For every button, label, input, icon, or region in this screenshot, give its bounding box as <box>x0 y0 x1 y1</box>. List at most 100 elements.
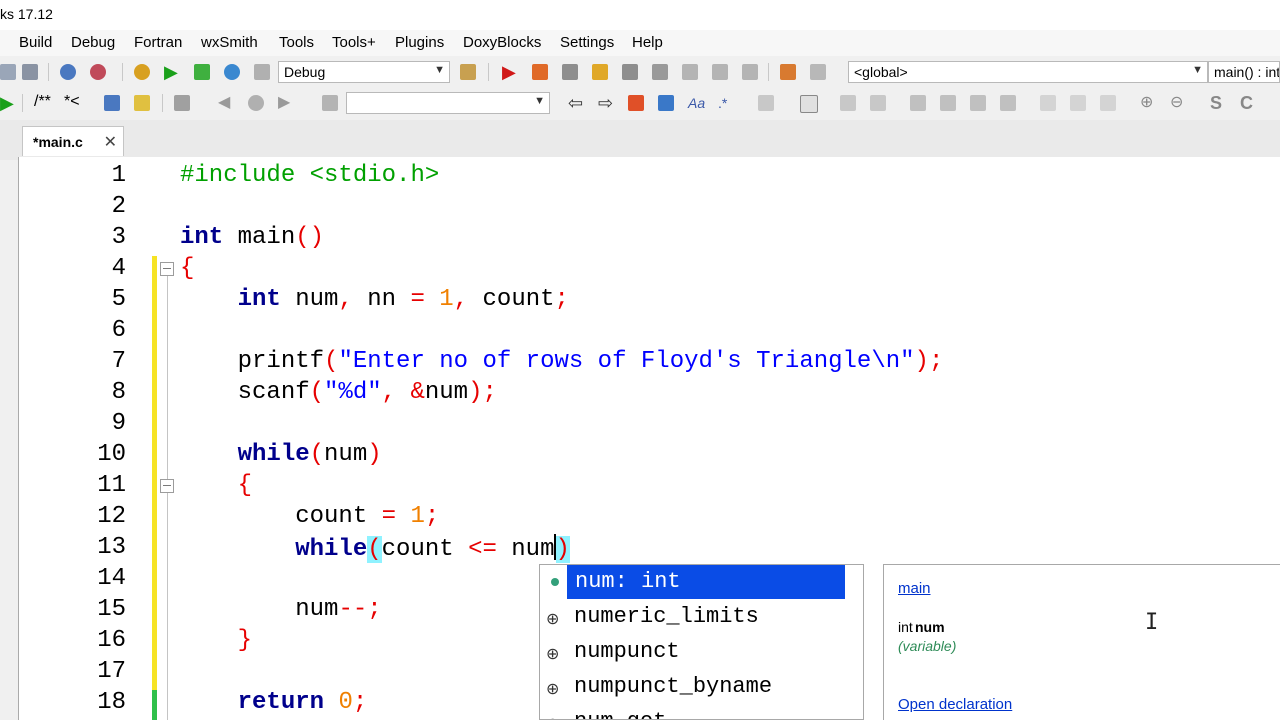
build-options-icon[interactable] <box>460 64 476 80</box>
menu-debug[interactable]: Debug <box>71 34 115 51</box>
run-to-cursor-icon[interactable] <box>532 64 548 80</box>
class-icon: ⊕ <box>546 714 559 719</box>
menu-fortran[interactable]: Fortran <box>134 34 182 51</box>
next-bookmark-icon[interactable]: ▶ <box>278 95 294 111</box>
code-line: num--; <box>295 596 382 623</box>
tab-label: *main.c <box>33 134 83 150</box>
fold-marker-main[interactable] <box>160 262 174 276</box>
regex-icon[interactable]: .* <box>718 95 734 111</box>
scope-value: <global> <box>854 64 908 80</box>
stop-debug-icon[interactable] <box>742 64 758 80</box>
cut-icon[interactable] <box>0 64 16 80</box>
autocomplete-label: numeric_limits <box>574 604 759 629</box>
line-number: 16 <box>97 627 126 654</box>
match-case-icon[interactable]: Aa <box>688 95 705 111</box>
doxy-line-comment-button[interactable]: *< <box>64 93 80 111</box>
menu-doxyblocks[interactable]: DoxyBlocks <box>463 34 541 51</box>
doxywizard-icon[interactable] <box>104 95 120 111</box>
run-icon[interactable]: ▶ <box>164 63 180 81</box>
layout-2-icon[interactable] <box>940 95 956 111</box>
autocomplete-item-selected[interactable]: num: int <box>540 565 863 599</box>
menu-plugins[interactable]: Plugins <box>395 34 444 51</box>
help-icon[interactable] <box>134 95 150 111</box>
line-number: 8 <box>111 379 126 406</box>
layout-5-icon[interactable] <box>1040 95 1056 111</box>
abort-icon[interactable] <box>254 64 270 80</box>
menu-tools-plus[interactable]: Tools+ <box>332 34 376 51</box>
menu-tools[interactable]: Tools <box>279 34 314 51</box>
layout-1-icon[interactable] <box>910 95 926 111</box>
line-number: 12 <box>97 503 126 530</box>
layout-7-icon[interactable] <box>1100 95 1116 111</box>
layout-6-icon[interactable] <box>1070 95 1086 111</box>
build-gear-icon[interactable] <box>134 64 150 80</box>
prev-bookmark-icon[interactable]: ◀ <box>218 95 234 111</box>
line-number: 17 <box>97 658 126 685</box>
next-instruction-icon[interactable] <box>652 64 668 80</box>
next-line-icon[interactable] <box>562 64 578 80</box>
menu-build[interactable]: Build <box>19 34 52 51</box>
s-icon[interactable]: S <box>1210 94 1226 112</box>
rebuild-icon[interactable] <box>224 64 240 80</box>
info-icon[interactable] <box>810 64 826 80</box>
autocomplete-item[interactable]: ⊕ numpunct <box>540 635 863 669</box>
code-line: count = 1; <box>295 503 440 530</box>
close-icon[interactable]: ✕ <box>104 132 117 152</box>
line-number: 4 <box>111 255 126 282</box>
clear-icon[interactable] <box>322 95 338 111</box>
wrench-icon[interactable] <box>174 95 190 111</box>
select-all-icon[interactable] <box>658 95 674 111</box>
autocomplete-popup[interactable]: num: int ⊕ numeric_limits ⊕ numpunct ⊕ n… <box>539 564 864 720</box>
replace-icon[interactable] <box>90 64 106 80</box>
zoom-in-icon[interactable]: ⊕ <box>1140 95 1156 111</box>
tab-main-c[interactable]: *main.c ✕ <box>22 126 124 156</box>
paste-icon[interactable] <box>22 64 38 80</box>
chevron-down-icon: ▼ <box>1192 64 1203 76</box>
function-select[interactable]: main() : int <box>1208 61 1280 83</box>
menu-settings[interactable]: Settings <box>560 34 614 51</box>
pointer-icon[interactable] <box>758 95 774 111</box>
line-number: 15 <box>97 596 126 623</box>
frame-icon[interactable] <box>800 95 818 113</box>
zoom-out-icon[interactable]: ⊖ <box>1170 95 1186 111</box>
run-icon[interactable]: ▶ <box>0 94 16 112</box>
forward-arrow-icon[interactable]: ⇨ <box>598 94 614 112</box>
menu-wxsmith[interactable]: wxSmith <box>201 34 258 51</box>
debug-run-icon[interactable]: ▶ <box>502 63 518 81</box>
open-declaration-link[interactable]: Open declaration <box>898 696 1012 713</box>
toggle-bookmark-icon[interactable] <box>248 95 264 111</box>
edit-icon[interactable] <box>870 95 886 111</box>
line-number: 13 <box>97 534 126 561</box>
documentation-popup: main int num (variable) Open declaration <box>883 564 1280 720</box>
chevron-down-icon: ▼ <box>534 95 545 107</box>
toolbar-separator <box>162 94 163 112</box>
search-combo[interactable]: ▼ <box>346 92 550 114</box>
scope-select[interactable]: <global> ▼ <box>848 61 1208 83</box>
toolbar-separator <box>122 63 123 81</box>
back-arrow-icon[interactable]: ⇦ <box>568 94 584 112</box>
autocomplete-item[interactable]: ⊕ num_get <box>540 705 863 719</box>
fold-marker-while[interactable] <box>160 479 174 493</box>
layout-4-icon[interactable] <box>1000 95 1016 111</box>
image-icon[interactable] <box>840 95 856 111</box>
c-icon[interactable]: C <box>1240 94 1256 112</box>
layout-3-icon[interactable] <box>970 95 986 111</box>
find-icon[interactable] <box>60 64 76 80</box>
debug-windows-icon[interactable] <box>780 64 796 80</box>
step-instruction-icon[interactable] <box>682 64 698 80</box>
scope-link[interactable]: main <box>898 580 931 597</box>
code-line-current: while(count <= num) <box>295 534 570 563</box>
doxy-comment-block-button[interactable]: /** <box>34 93 51 111</box>
saved-lines-marker <box>152 690 157 720</box>
autocomplete-item[interactable]: ⊕ numpunct_byname <box>540 670 863 704</box>
text-cursor-icon: I <box>1145 610 1159 635</box>
pause-icon[interactable] <box>712 64 728 80</box>
step-out-icon[interactable] <box>622 64 638 80</box>
step-into-icon[interactable] <box>592 64 608 80</box>
build-target-select[interactable]: Debug ▼ <box>278 61 450 83</box>
autocomplete-item[interactable]: ⊕ numeric_limits <box>540 600 863 634</box>
highlight-icon[interactable] <box>628 95 644 111</box>
build-and-run-icon[interactable] <box>194 64 210 80</box>
line-number: 14 <box>97 565 126 592</box>
menu-help[interactable]: Help <box>632 34 663 51</box>
